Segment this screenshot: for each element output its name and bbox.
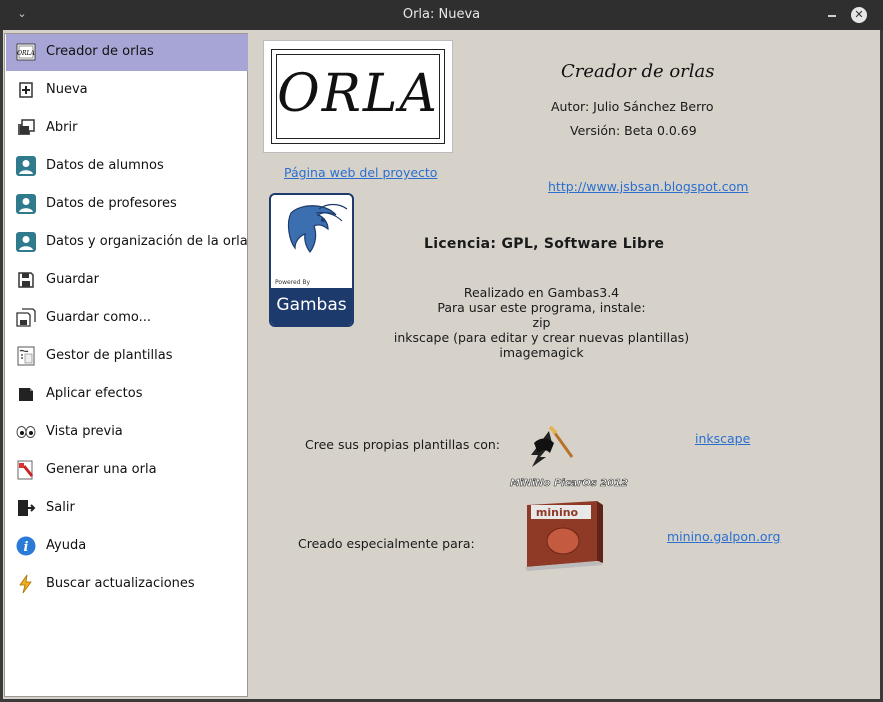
sidebar-item-label: Aplicar efectos [46, 386, 143, 401]
version-text: Versión: Beta 0.0.69 [570, 123, 697, 138]
sidebar-item-datos-alumnos[interactable]: Datos de alumnos [6, 148, 248, 185]
requirements-info: Realizado en Gambas3.4 Para usar este pr… [369, 285, 714, 360]
inkscape-caption: MiNiNo PicarOs 2012 [510, 478, 628, 489]
blog-link[interactable]: http://www.jsbsan.blogspot.com [548, 179, 748, 194]
minino-box-icon: minino [525, 501, 603, 571]
info-line: imagemagick [499, 345, 584, 360]
templates-label: Cree sus propias plantillas con: [305, 437, 500, 452]
info-line: Realizado en Gambas3.4 [463, 285, 620, 300]
info-line: zip [532, 315, 551, 330]
exit-icon [18, 500, 36, 516]
user-icon [16, 194, 36, 214]
sidebar-item-datos-profesores[interactable]: Datos de profesores [6, 186, 248, 223]
author-text: Autor: Julio Sánchez Berro [551, 99, 714, 114]
sidebar-item-salir[interactable]: Salir [6, 490, 248, 527]
app-title: Creador de orlas [561, 61, 715, 82]
sidebar-item-label: Guardar [46, 272, 99, 287]
save-icon [18, 272, 34, 288]
user-icon [16, 156, 36, 176]
made-for-label: Creado especialmente para: [298, 536, 475, 551]
update-icon [19, 574, 32, 594]
sidebar-item-label: Guardar como... [46, 310, 151, 325]
sidebar-item-label: Generar una orla [46, 462, 157, 477]
project-web-link[interactable]: Página web del proyecto [284, 165, 437, 180]
sidebar-item-datos-organizacion[interactable]: Datos y organización de la orla [6, 224, 248, 261]
app-window: ⌄ Orla: Nueva ✕ ORLA Creador de orlas Nu… [0, 0, 883, 702]
minimize-button[interactable] [824, 4, 840, 24]
sidebar-item-nueva[interactable]: Nueva [6, 72, 248, 109]
sidebar-item-label: Gestor de plantillas [46, 348, 173, 363]
new-icon [19, 82, 33, 98]
sidebar-item-aplicar-efectos[interactable]: Aplicar efectos [6, 376, 248, 413]
window-frame-left [0, 30, 3, 702]
sidebar-item-label: Ayuda [46, 538, 87, 553]
gambas-shrimp-icon [287, 203, 348, 253]
open-icon [18, 119, 35, 135]
sidebar-item-label: Abrir [46, 120, 78, 135]
inkscape-icon: MiNiNo PicarOs 2012 [510, 425, 628, 489]
sidebar-item-vista-previa[interactable]: Vista previa [6, 414, 248, 451]
effects-icon [19, 388, 33, 401]
info-icon: i [16, 536, 36, 556]
minino-link[interactable]: minino.galpon.org [667, 529, 780, 544]
svg-text:i: i [24, 540, 29, 555]
sidebar-item-guardar[interactable]: Guardar [6, 262, 248, 299]
eyes-icon [16, 426, 36, 438]
user-icon [16, 232, 36, 252]
orla-icon-text: ORLA [17, 50, 35, 57]
sidebar-item-ayuda[interactable]: i Ayuda [6, 528, 248, 565]
inkscape-logo: MiNiNo PicarOs 2012 [494, 423, 644, 493]
sidebar-menu: ORLA Creador de orlas Nueva Abrir Datos … [4, 33, 248, 697]
sidebar-item-label: Datos y organización de la orla [46, 234, 248, 249]
sidebar-item-guardar-como[interactable]: Guardar como... [6, 300, 248, 337]
sidebar-item-label: Salir [46, 500, 75, 515]
sidebar-item-generar-orla[interactable]: Generar una orla [6, 452, 248, 489]
sidebar-item-label: Buscar actualizaciones [46, 576, 195, 591]
inkscape-link[interactable]: inkscape [695, 431, 750, 446]
minino-logo: minino [519, 497, 609, 577]
sidebar-item-label: Creador de orlas [46, 44, 154, 59]
sidebar-item-buscar-actualizaciones[interactable]: Buscar actualizaciones [6, 566, 248, 603]
info-line: inkscape (para editar y crear nuevas pla… [393, 330, 690, 345]
window-title: Orla: Nueva [402, 7, 481, 22]
gambas-logo: Powered By Gambas [269, 193, 354, 327]
generate-icon [17, 460, 34, 480]
sidebar-item-creador-de-orlas[interactable]: ORLA Creador de orlas [6, 34, 248, 71]
about-panel: ORLA Creador de orlas Autor: Julio Sánch… [249, 33, 879, 699]
orla-logo-text: ORLA [277, 64, 439, 124]
sidebar-item-gestor-plantillas[interactable]: Gestor de plantillas [6, 338, 248, 375]
license-text: Licencia: GPL, Software Libre [424, 236, 665, 252]
info-line: Para usar este programa, instale: [437, 300, 646, 315]
gambas-powered-text: Powered By [275, 279, 311, 286]
minino-box-text: minino [536, 506, 579, 519]
gambas-label: Gambas [271, 288, 352, 325]
orla-logo: ORLA [263, 40, 453, 153]
sidebar-item-label: Datos de alumnos [46, 158, 164, 173]
sidebar-item-label: Nueva [46, 82, 88, 97]
title-bar: ⌄ Orla: Nueva ✕ [0, 0, 883, 30]
save-as-icon [16, 308, 36, 327]
template-icon [17, 346, 35, 366]
orla-icon: ORLA [16, 43, 36, 61]
sidebar-item-label: Datos de profesores [46, 196, 177, 211]
sidebar-item-label: Vista previa [46, 424, 123, 439]
close-button[interactable]: ✕ [851, 7, 867, 23]
sidebar-item-abrir[interactable]: Abrir [6, 110, 248, 147]
